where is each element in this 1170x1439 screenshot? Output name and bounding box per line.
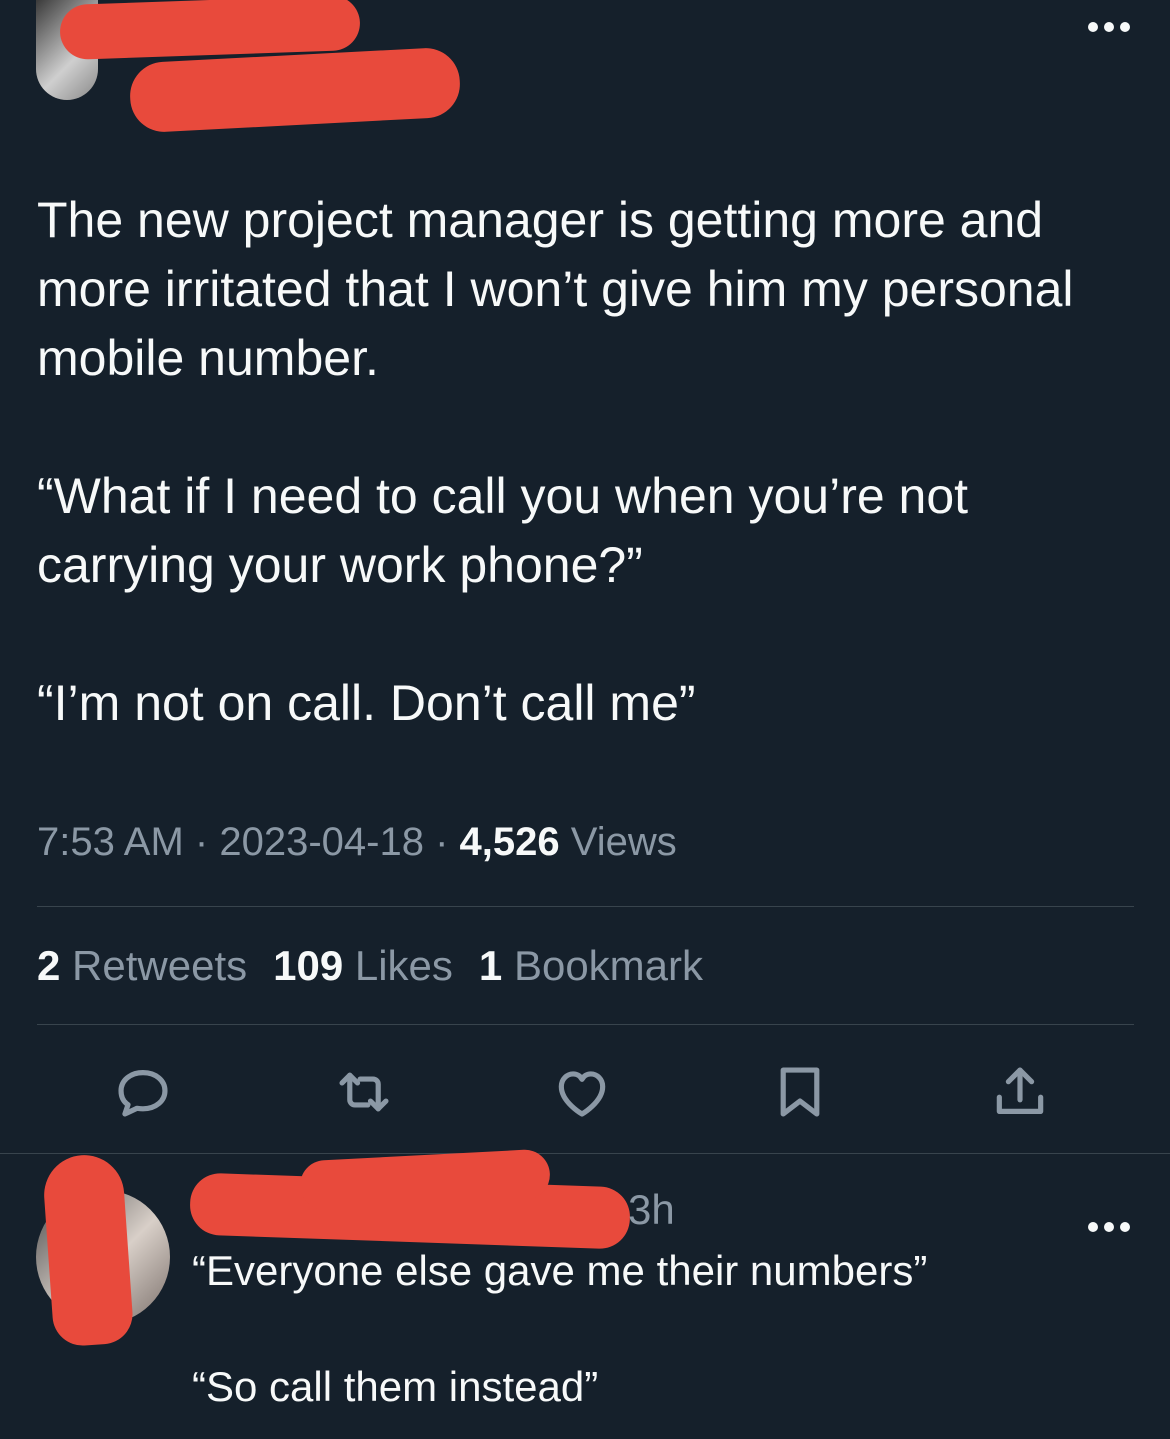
retweet-button[interactable] [329, 1057, 399, 1127]
reply-time[interactable]: 3h [628, 1186, 675, 1234]
share-icon [996, 1067, 1044, 1114]
views-count: 4,526 [459, 820, 560, 864]
likes-stat[interactable]: 109 Likes [273, 942, 453, 989]
reply-more-options-icon[interactable] [1086, 1202, 1132, 1242]
retweets-label: Retweets [72, 942, 248, 989]
like-button[interactable] [547, 1057, 617, 1127]
tweet-text: The new project manager is getting more … [37, 192, 1074, 731]
bookmark-button[interactable] [765, 1057, 835, 1127]
reply-button[interactable] [108, 1057, 178, 1127]
bookmarks-label: Bookmark [513, 942, 704, 989]
tweet-meta: 7:53 AM · 2023-04-18 · 4,526 Views [37, 820, 677, 865]
redacted-author-name [59, 0, 361, 61]
likes-count: 109 [273, 942, 344, 989]
retweets-count: 2 [37, 942, 61, 989]
tweet-time[interactable]: 7:53 AM [37, 820, 184, 864]
share-button[interactable] [985, 1057, 1055, 1127]
reply-text: “Everyone else gave me their numbers” “S… [192, 1247, 928, 1410]
retweet-icon [339, 1072, 389, 1112]
reply-icon [118, 1070, 168, 1117]
views-label: Views [570, 820, 677, 864]
divider-bottom [0, 1153, 1170, 1154]
ellipsis-icon [1088, 22, 1130, 32]
meta-separator: · [194, 820, 209, 864]
like-icon [558, 1071, 606, 1117]
ellipsis-icon [1088, 1222, 1130, 1232]
divider-middle [37, 1024, 1134, 1025]
redacted-author-handle [128, 46, 462, 134]
bookmarks-count: 1 [478, 942, 503, 989]
retweets-stat[interactable]: 2 Retweets [37, 942, 247, 989]
more-options-icon[interactable] [1086, 2, 1132, 42]
bookmarks-stat[interactable]: 1 Bookmark [479, 942, 703, 989]
meta-separator: · [435, 820, 449, 864]
redacted-reply-avatar [41, 1152, 135, 1348]
divider-top [37, 906, 1134, 907]
likes-label: Likes [354, 942, 453, 989]
tweet-date[interactable]: 2023-04-18 [219, 820, 424, 864]
bookmark-icon [780, 1067, 820, 1117]
tweet-stats: 2 Retweets 109 Likes 1 Bookmark [37, 942, 703, 990]
